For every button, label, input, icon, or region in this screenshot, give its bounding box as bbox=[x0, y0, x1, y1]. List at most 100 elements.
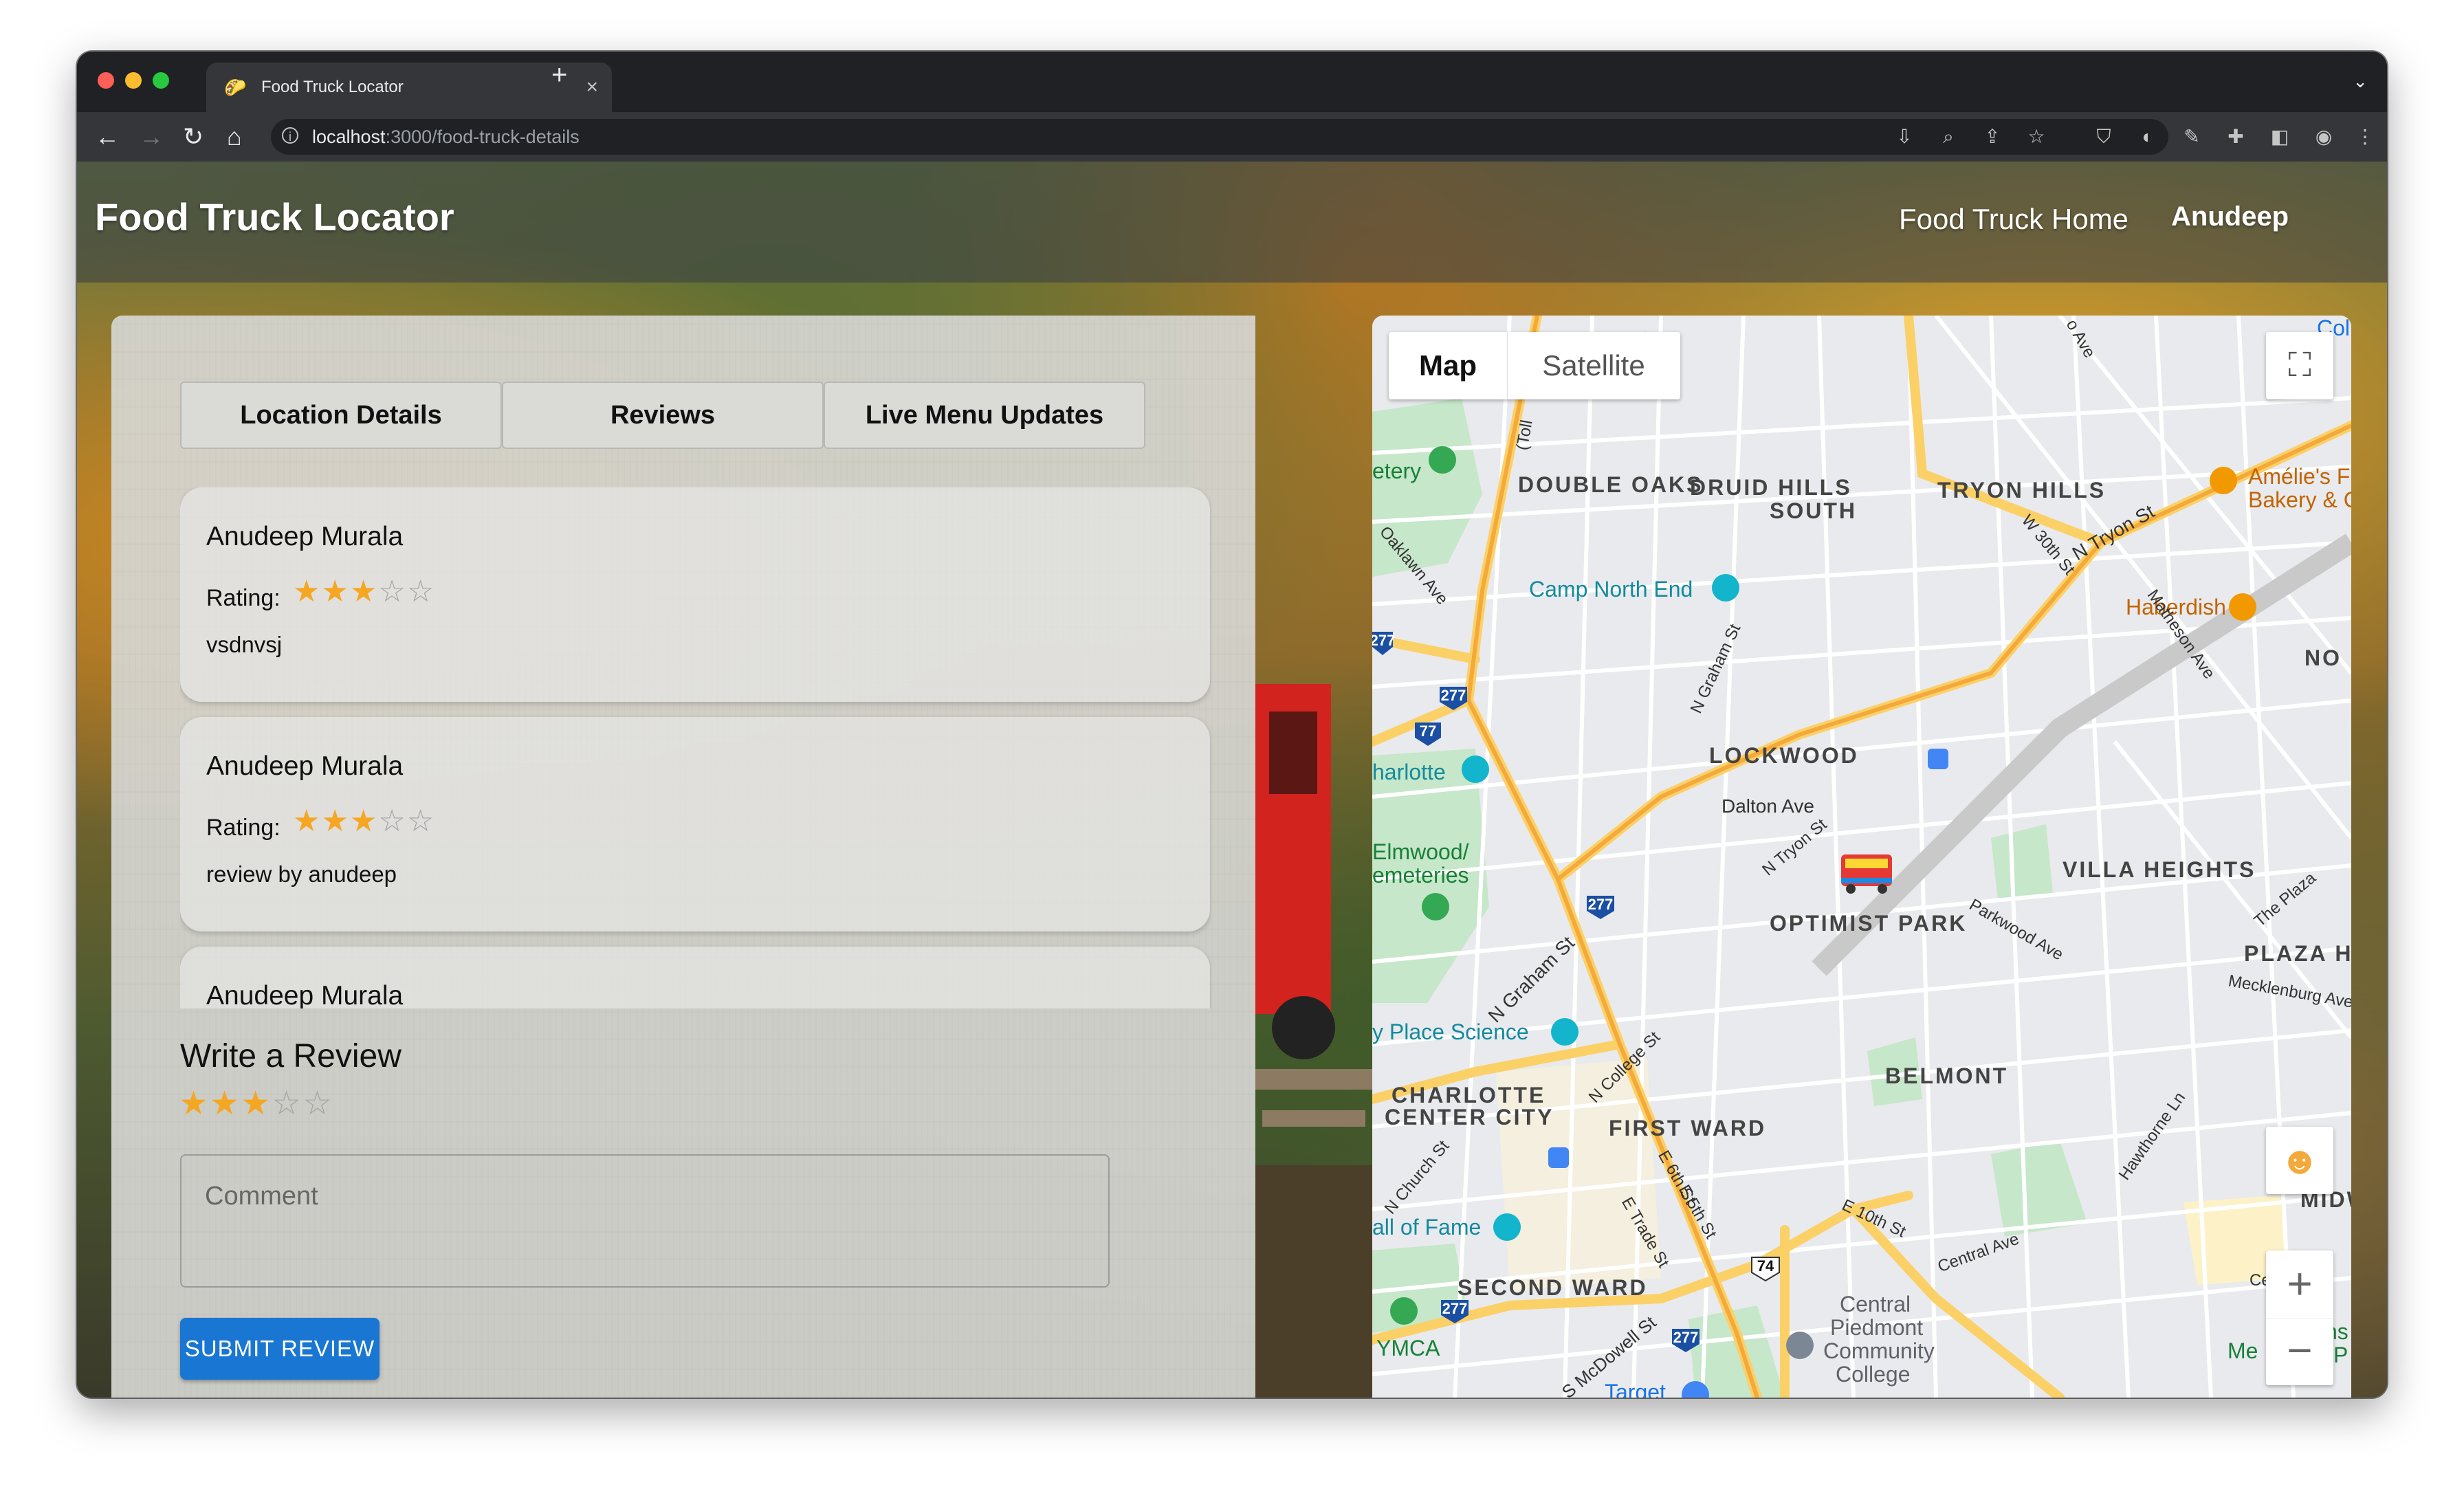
close-window-button[interactable] bbox=[98, 72, 114, 89]
poi-label[interactable]: emeteries bbox=[1372, 863, 1469, 888]
map-type-satellite-button[interactable]: Satellite bbox=[1507, 332, 1680, 399]
chevron-down-icon[interactable]: ⌄ bbox=[2353, 71, 2368, 92]
fullscreen-button[interactable]: ⛶ bbox=[2266, 332, 2333, 399]
reload-icon[interactable]: ↻ bbox=[183, 120, 204, 153]
poi-label[interactable]: etery bbox=[1372, 459, 1421, 484]
star-filled-icon: ★ bbox=[293, 804, 322, 838]
poi-label[interactable]: Target bbox=[1605, 1380, 1666, 1398]
map-label: DOUBLE OAKS bbox=[1518, 472, 1704, 497]
address-bar[interactable]: i localhost:3000/food-truck-details bbox=[271, 119, 2168, 155]
map-label: LOCKWOOD bbox=[1709, 743, 1859, 768]
background-photo bbox=[1255, 505, 1372, 1398]
browser-toolbar: ← → ↻ ⌂ i localhost:3000/food-truck-deta… bbox=[77, 112, 2387, 162]
food-truck-photo bbox=[1255, 684, 1372, 1398]
map-type-map-button[interactable]: Map bbox=[1389, 332, 1508, 399]
comment-field[interactable]: Comment bbox=[180, 1154, 1110, 1288]
review-comment: vsdnvsj bbox=[206, 632, 283, 657]
poi-label[interactable]: harlotte bbox=[1372, 760, 1446, 785]
poi-label[interactable]: Piedmont bbox=[1830, 1315, 1923, 1341]
poi-label[interactable]: Community bbox=[1823, 1338, 1935, 1364]
svg-text:277: 277 bbox=[1372, 632, 1395, 649]
star-icon[interactable]: ☆ bbox=[2024, 124, 2049, 149]
user-name[interactable]: Anudeep bbox=[2171, 201, 2289, 232]
star-filled-icon: ★ bbox=[293, 575, 322, 608]
home-icon[interactable]: ⌂ bbox=[227, 120, 242, 153]
close-tab-icon[interactable]: × bbox=[586, 63, 598, 112]
poi-label[interactable]: P bbox=[2333, 1343, 2348, 1368]
reviews-list[interactable]: Anudeep Murala Rating: ★★★☆☆ vsdnvsj Anu… bbox=[180, 487, 1211, 1008]
comment-placeholder: Comment bbox=[205, 1182, 318, 1211]
page: Food Truck Locator Food Truck Home Anude… bbox=[77, 162, 2387, 1398]
poi-label[interactable]: Elmwood/ bbox=[1372, 839, 1469, 865]
map[interactable]: 277 77 277 277 74 277 277 DOUBLE OAKS DR… bbox=[1372, 316, 2351, 1398]
map-label: PLAZA H bbox=[2244, 941, 2351, 966]
star-empty-icon: ☆ bbox=[406, 804, 436, 838]
map-label: BELMONT bbox=[1885, 1063, 2009, 1088]
map-label: SOUTH bbox=[1770, 498, 1857, 523]
app-title: Food Truck Locator bbox=[95, 195, 454, 239]
poi-label[interactable]: y Place Science bbox=[1372, 1019, 1529, 1045]
review-author: Anudeep Murala bbox=[206, 751, 404, 781]
map-label: DRUID HILLS bbox=[1690, 475, 1852, 500]
poi-label[interactable]: Bakery & C bbox=[2248, 487, 2351, 513]
review-author: Anudeep Murala bbox=[206, 522, 404, 551]
map-label: OPTIMIST PARK bbox=[1770, 911, 1968, 936]
menu-icon[interactable]: ⋮ bbox=[2353, 124, 2377, 149]
extension-icon[interactable]: ◐ bbox=[2135, 124, 2160, 149]
poi-label[interactable]: Amélie's F bbox=[2248, 464, 2350, 489]
review-stars: ★★★☆☆ bbox=[293, 804, 435, 839]
tab-title: Food Truck Locator bbox=[261, 78, 404, 96]
star-empty-icon[interactable]: ☆ bbox=[272, 1085, 302, 1122]
install-icon[interactable]: ⇩ bbox=[1892, 124, 1917, 149]
street-view-pegman-button[interactable]: ☻ bbox=[2266, 1127, 2333, 1194]
tab-location-details[interactable]: Location Details bbox=[180, 382, 502, 449]
shield-icon[interactable]: ⛉ bbox=[2091, 124, 2116, 149]
star-filled-icon[interactable]: ★ bbox=[179, 1085, 210, 1122]
nav-food-truck[interactable]: Food Truck bbox=[1899, 203, 2043, 236]
info-icon[interactable]: i bbox=[282, 127, 298, 144]
back-arrow-icon[interactable]: ← bbox=[95, 120, 120, 153]
svg-text:277: 277 bbox=[1673, 1329, 1699, 1346]
zoom-out-button[interactable]: − bbox=[2266, 1318, 2333, 1386]
zoom-in-button[interactable]: + bbox=[2266, 1250, 2333, 1318]
puzzle-icon[interactable]: ✚ bbox=[2223, 124, 2248, 149]
new-tab-button[interactable]: + bbox=[551, 60, 567, 91]
tab-reviews[interactable]: Reviews bbox=[502, 382, 824, 449]
minimize-window-button[interactable] bbox=[125, 72, 142, 89]
tab-bar: 🌮 Food Truck Locator × + ⌄ bbox=[77, 52, 2387, 112]
poi-label[interactable]: Me bbox=[2228, 1338, 2258, 1364]
poi-label[interactable]: College bbox=[1836, 1362, 1911, 1387]
review-author: Anudeep Murala bbox=[206, 981, 404, 1008]
poi-label[interactable]: all of Fame bbox=[1372, 1215, 1481, 1240]
url-text: localhost:3000/food-truck-details bbox=[312, 126, 580, 147]
review-stars: ★★★☆☆ bbox=[293, 574, 435, 609]
star-filled-icon[interactable]: ★ bbox=[241, 1085, 272, 1122]
poi-label[interactable]: YMCA bbox=[1376, 1336, 1440, 1361]
star-filled-icon: ★ bbox=[321, 804, 350, 838]
nav-home[interactable]: Home bbox=[2052, 203, 2128, 236]
map-label: VILLA HEIGHTS bbox=[2062, 857, 2256, 882]
star-empty-icon: ☆ bbox=[406, 575, 436, 608]
poi-label[interactable]: Camp North End bbox=[1529, 577, 1693, 602]
submit-review-button[interactable]: SUBMIT REVIEW bbox=[180, 1318, 380, 1380]
review-rating-label: Rating: bbox=[206, 815, 280, 841]
poi-label[interactable]: Central bbox=[1840, 1292, 1911, 1317]
star-filled-icon[interactable]: ★ bbox=[210, 1085, 241, 1122]
review-card: Anudeep Murala bbox=[180, 947, 1210, 1008]
star-empty-icon: ☆ bbox=[378, 804, 407, 838]
star-empty-icon[interactable]: ☆ bbox=[302, 1085, 333, 1122]
map-label: CENTER CITY bbox=[1385, 1105, 1554, 1129]
rating-input-stars[interactable]: ★★★☆☆ bbox=[179, 1084, 333, 1123]
tab-live-menu-updates[interactable]: Live Menu Updates bbox=[824, 382, 1145, 449]
edit-icon[interactable]: ✎ bbox=[2179, 124, 2204, 149]
zoom-control: + − bbox=[2266, 1250, 2333, 1385]
star-empty-icon: ☆ bbox=[378, 575, 407, 608]
profile-avatar-icon[interactable]: ◉ bbox=[2311, 124, 2336, 149]
maximize-window-button[interactable] bbox=[153, 72, 169, 89]
details-tabs: Location Details Reviews Live Menu Updat… bbox=[180, 382, 1145, 449]
zoom-icon[interactable]: ⌕ bbox=[1936, 124, 1961, 149]
svg-text:277: 277 bbox=[1588, 896, 1614, 913]
forward-arrow-icon[interactable]: → bbox=[139, 120, 164, 153]
share-icon[interactable]: ⇪ bbox=[1980, 124, 2005, 149]
sidebar-icon[interactable]: ◧ bbox=[2267, 124, 2292, 149]
